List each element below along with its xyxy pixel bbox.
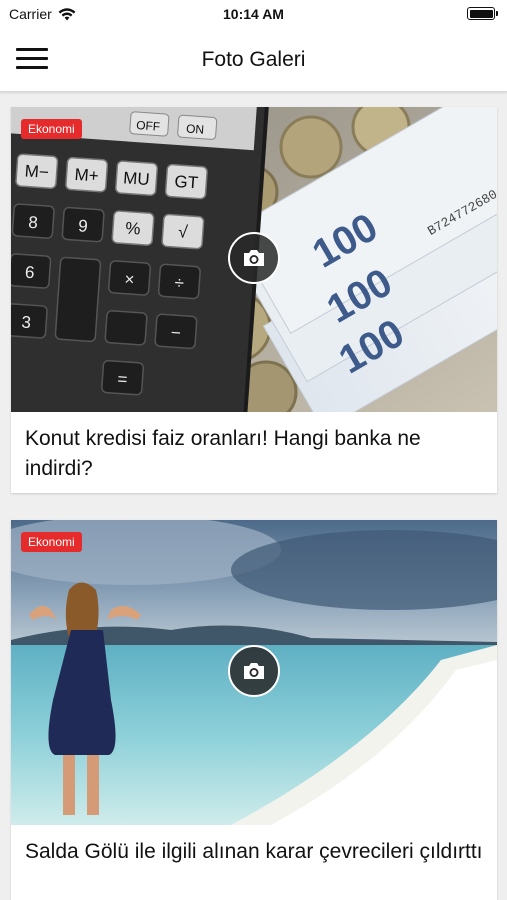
calc-key-label: = [117,369,128,389]
card-title[interactable]: Konut kredisi faiz oranları! Hangi banka… [11,412,497,494]
calc-key-label: % [125,219,141,239]
category-badge[interactable]: Ekonomi [21,119,82,139]
calc-key-label: MU [123,168,151,189]
calc-key-label: M+ [74,165,99,186]
gallery-card[interactable]: 100 100 100 B724772680 OFF ON M− M+ MU G… [11,107,497,493]
camera-icon [228,645,280,697]
card-title[interactable]: Salda Gölü ile ilgili alınan karar çevre… [11,825,497,877]
calc-key-label: ÷ [174,273,185,293]
calc-key-label: GT [174,172,199,193]
gallery-card[interactable]: Ekonomi Salda Gölü ile ilgili alınan kar… [11,520,497,900]
calc-key-label: 6 [24,263,35,283]
gallery-card-image[interactable]: Ekonomi [11,520,497,825]
calc-key-label: − [170,323,181,343]
calc-key-label: 3 [21,313,32,333]
category-badge[interactable]: Ekonomi [21,532,82,552]
clock: 10:14 AM [223,6,284,22]
calc-key-label: M− [24,161,49,182]
status-bar: Carrier 10:14 AM [0,0,507,28]
camera-icon [228,232,280,284]
battery-icon [467,7,498,20]
gallery-card-image[interactable]: 100 100 100 B724772680 OFF ON M− M+ MU G… [11,107,497,412]
calc-key-label: 9 [78,216,89,236]
page-title: Foto Galeri [201,48,306,71]
calc-key-label: 8 [28,213,39,233]
calc-on-key: ON [186,122,205,137]
calc-off-key: OFF [136,118,161,134]
navigation-bar: Foto Galeri [0,28,507,92]
calc-key-label: × [124,270,135,290]
